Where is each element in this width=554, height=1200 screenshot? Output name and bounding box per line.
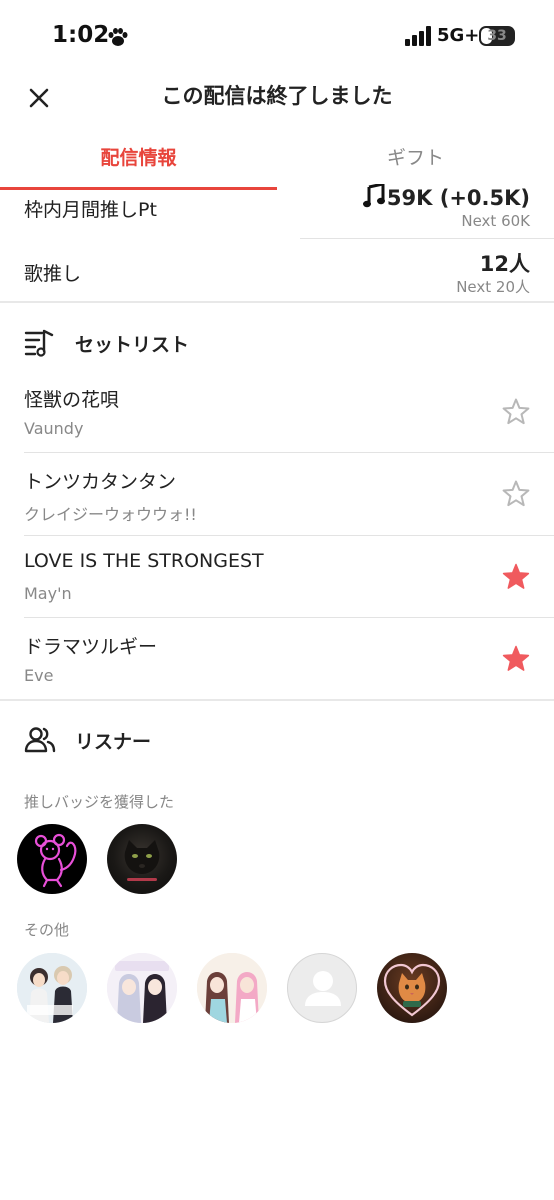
users-icon — [24, 727, 56, 753]
avatar-anime-1[interactable] — [17, 953, 87, 1023]
star-outline-icon[interactable] — [501, 397, 531, 427]
avatar-default[interactable] — [287, 953, 357, 1023]
stat-label: 枠内月間推しPt — [24, 199, 157, 221]
network-label: 5G+ — [437, 25, 480, 46]
other-listeners-label: その他 — [24, 921, 70, 939]
song-title: 怪獣の花唄 — [24, 389, 120, 411]
song-artist: Eve — [24, 666, 54, 685]
row-divider — [300, 238, 554, 239]
stat-row-uta-oshi: 歌推し 12人 Next 20人 — [0, 245, 554, 300]
star-filled-icon[interactable] — [501, 562, 531, 592]
avatar-neon-mouse[interactable] — [17, 824, 87, 894]
list-item[interactable]: トンツカタンタン クレイジーウォウウォ!! — [0, 467, 554, 549]
avatar-anime-2[interactable] — [107, 953, 177, 1023]
tab-gift[interactable]: ギフト — [277, 140, 554, 190]
avatar-cat-heart[interactable] — [377, 953, 447, 1023]
tab-stream-info[interactable]: 配信情報 — [0, 140, 277, 190]
listeners-title: リスナー — [75, 731, 152, 753]
stat-value: 59K (+0.5K) — [362, 184, 530, 210]
song-title: ドラマツルギー — [24, 636, 158, 658]
setlist-icon — [24, 329, 54, 357]
star-outline-icon[interactable] — [501, 479, 531, 509]
list-item[interactable]: ドラマツルギー Eve — [0, 632, 554, 714]
badge-listeners-label: 推しバッジを獲得した — [24, 793, 175, 811]
avatar-black-panther[interactable] — [107, 824, 177, 894]
page-title: この配信は終了しました — [161, 84, 393, 108]
list-item[interactable]: 怪獣の花唄 Vaundy — [0, 385, 554, 467]
section-divider — [0, 699, 554, 701]
stat-row-oshi-pt: 枠内月間推しPt 59K (+0.5K) Next 60K — [0, 184, 554, 240]
paw-icon — [108, 28, 128, 46]
row-divider — [24, 452, 554, 453]
avatar-anime-3[interactable] — [197, 953, 267, 1023]
stat-label: 歌推し — [24, 263, 82, 285]
row-divider — [24, 617, 554, 618]
oshi-pt-value: 59K (+0.5K) — [386, 186, 530, 210]
battery-icon: 33 — [479, 26, 515, 46]
song-artist: Vaundy — [24, 419, 84, 438]
battery-percent: 33 — [487, 28, 507, 44]
status-time: 1:02 — [52, 22, 110, 48]
stat-sub: Next 20人 — [456, 278, 530, 296]
list-item[interactable]: LOVE IS THE STRONGEST May'n — [0, 550, 554, 632]
setlist-title: セットリスト — [75, 334, 190, 356]
section-divider — [0, 301, 554, 303]
stat-value: 12人 — [479, 252, 530, 276]
song-artist: クレイジーウォウウォ!! — [24, 505, 197, 524]
song-title: LOVE IS THE STRONGEST — [24, 550, 264, 572]
status-bar: 1:02 5G+ 33 — [0, 0, 554, 70]
song-title: トンツカタンタン — [24, 471, 177, 493]
song-artist: May'n — [24, 584, 72, 603]
stat-sub: Next 60K — [461, 212, 530, 230]
row-divider — [24, 535, 554, 536]
music-note-icon — [362, 184, 385, 208]
star-filled-icon[interactable] — [501, 644, 531, 674]
signal-icon — [405, 26, 431, 46]
